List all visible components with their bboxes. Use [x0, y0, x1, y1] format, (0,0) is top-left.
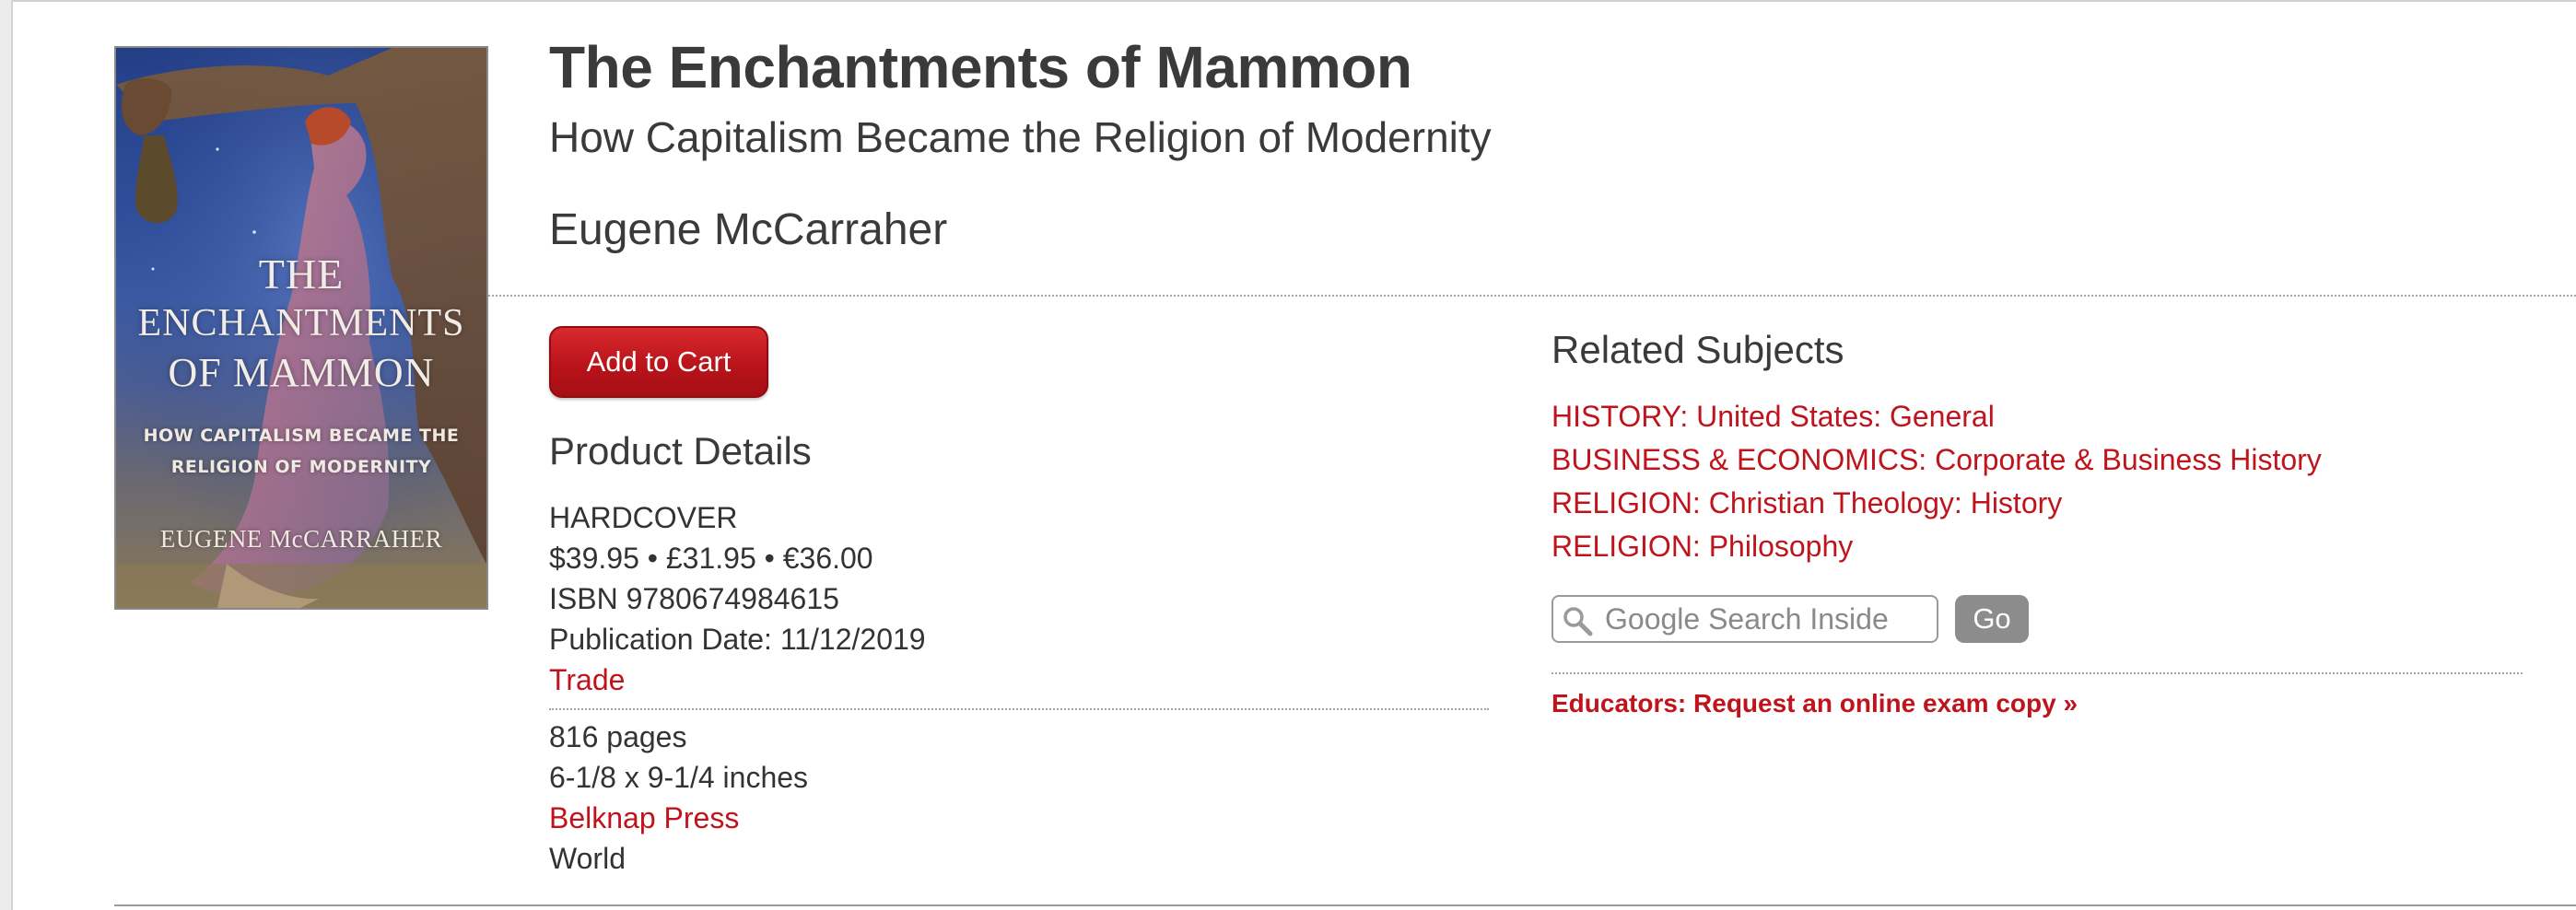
search-divider [1551, 672, 2523, 674]
cover-title-line: ENCHANTMENTS [137, 302, 465, 344]
cover-title-line: THE [258, 251, 345, 298]
publisher-link[interactable]: Belknap Press [549, 801, 739, 835]
related-subjects-heading: Related Subjects [1551, 328, 1844, 371]
cover-title-line: OF MAMMON [168, 350, 435, 395]
related-subject-link[interactable]: RELIGION: Philosophy [1551, 530, 1853, 564]
trim-size: 6-1/8 x 9-1/4 inches [549, 761, 809, 794]
sales-territory: World [549, 842, 626, 875]
cover-subtitle-line: RELIGION OF MODERNITY [170, 457, 432, 477]
format-label: HARDCOVER [549, 501, 738, 534]
product-details-heading: Product Details [549, 429, 812, 472]
window-edge [0, 0, 13, 910]
related-subject-link[interactable]: BUSINESS & ECONOMICS: Corporate & Busine… [1551, 443, 2322, 477]
book-title: The Enchantments of Mammon [549, 34, 1412, 100]
book-subtitle: How Capitalism Became the Religion of Mo… [549, 113, 1492, 161]
trade-link[interactable]: Trade [549, 663, 625, 697]
add-to-cart-button[interactable]: Add to Cart [549, 326, 768, 398]
cover-subtitle-line: HOW CAPITALISM BECAME THE [143, 426, 460, 446]
cover-author: EUGENE McCARRAHER [159, 525, 443, 553]
related-subject-link[interactable]: HISTORY: United States: General [1551, 400, 1995, 434]
book-author: Eugene McCarraher [549, 205, 948, 254]
price-text: $39.95 • £31.95 • €36.00 [549, 542, 873, 575]
go-button[interactable]: Go [1955, 595, 2029, 643]
details-divider [549, 708, 1489, 710]
search-inside-input[interactable] [1605, 597, 1927, 641]
publication-date: Publication Date: 11/12/2019 [549, 623, 926, 656]
book-cover-image: THE ENCHANTMENTS OF MAMMON HOW CAPITALIS… [114, 46, 488, 610]
search-inside-box[interactable] [1551, 595, 1938, 643]
page-count: 816 pages [549, 720, 687, 753]
search-icon [1563, 607, 1593, 636]
exam-copy-link[interactable]: Educators: Request an online exam copy » [1551, 689, 2078, 718]
header-divider [488, 295, 2576, 297]
bottom-divider [114, 904, 2576, 906]
isbn-text: ISBN 9780674984615 [549, 582, 839, 615]
related-subject-link[interactable]: RELIGION: Christian Theology: History [1551, 486, 2062, 520]
